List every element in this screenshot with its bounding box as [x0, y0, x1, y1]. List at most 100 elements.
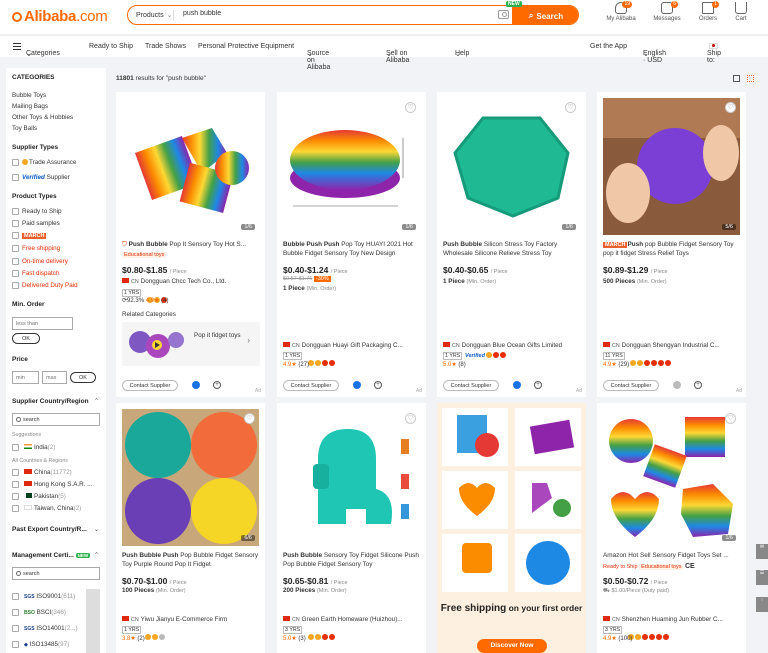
product-card[interactable]: ♡ 5/6 MARCH Push pop Bubble Fidget Sensor… [597, 92, 746, 397]
product-image[interactable] [443, 98, 580, 235]
supplier-name[interactable]: CN Yiwu Jianyu E-Commerce Firm [122, 616, 262, 623]
march-checkbox[interactable] [12, 232, 19, 239]
search-category-select[interactable]: Products [136, 11, 173, 19]
country-checkbox[interactable] [12, 444, 19, 451]
trade-assurance-checkbox[interactable] [12, 159, 19, 166]
chat-icon[interactable] [673, 381, 681, 389]
country-search-input[interactable]: search [12, 413, 100, 426]
cert-checkbox[interactable] [12, 625, 19, 632]
supplier-name[interactable]: CN Dongguan Blue Ocean Gifts Limited [443, 342, 583, 349]
cert-scrollbar[interactable] [86, 589, 100, 653]
nav-ship-to[interactable]: Ship to: [707, 43, 721, 64]
cert-checkbox[interactable] [12, 641, 19, 648]
floating-top-icon[interactable]: ↑ [756, 597, 768, 612]
add-compare-icon[interactable]: + [374, 381, 382, 389]
contact-supplier-button[interactable]: Contact Supplier [122, 380, 178, 391]
past-export-heading[interactable]: Past Export Country/R... [12, 526, 87, 533]
category-link[interactable]: Toy Balls [12, 125, 37, 132]
nav-ppe[interactable]: Personal Protective Equipment [198, 43, 294, 50]
country-checkbox[interactable] [12, 469, 19, 476]
product-card[interactable]: ♡ 1/6 Bubble Push Push Pop Toy HUAYI 202… [277, 92, 426, 397]
cert-search-input[interactable]: search [12, 567, 100, 580]
product-title[interactable]: Bubble Push Push Pop Toy HUAYI 2021 Hot … [283, 241, 421, 258]
category-link[interactable]: Bubble Toys [12, 92, 46, 99]
grid-view-icon[interactable] [747, 75, 754, 82]
cert-checkbox[interactable] [12, 593, 19, 600]
related-category-card[interactable]: Pop it fidget toys › [122, 322, 260, 366]
ready-to-ship-checkbox[interactable] [12, 208, 19, 215]
floating-chat-icon[interactable]: ☰ [756, 570, 768, 585]
alibaba-logo[interactable]: Alibaba.com [12, 8, 108, 25]
product-image[interactable] [122, 98, 259, 235]
supplier-name[interactable]: CN Dongguan Huayi Gift Packaging C... [283, 342, 423, 349]
category-link[interactable]: Other Toys & Hobbies [12, 114, 73, 121]
nav-ready-to-ship[interactable]: Ready to Ship [89, 43, 133, 50]
nav-trade-shows[interactable]: Trade Shows [145, 43, 186, 50]
min-order-ok-button[interactable]: OK [12, 333, 40, 344]
product-title[interactable]: Push Bubble Sensory Toy Fidget Silicone … [283, 552, 421, 569]
price-ok-button[interactable]: OK [70, 372, 96, 383]
product-image[interactable] [122, 409, 259, 546]
product-image[interactable] [283, 98, 420, 235]
verified-supplier-checkbox[interactable] [12, 174, 19, 181]
product-title[interactable]: MARCH Push pop Bubble Fidget Sensory Toy … [603, 241, 741, 258]
product-image[interactable] [603, 98, 740, 235]
favorite-heart-icon[interactable]: ♡ [725, 413, 736, 424]
country-checkbox[interactable] [12, 505, 19, 512]
chat-icon[interactable] [192, 381, 200, 389]
my-alibaba-link[interactable]: 19 My Alibaba [604, 1, 638, 22]
orders-link[interactable]: 1 Orders [697, 1, 719, 22]
on-time-delivery-checkbox[interactable] [12, 258, 19, 265]
favorite-heart-icon[interactable]: ♡ [725, 102, 736, 113]
add-compare-icon[interactable]: + [694, 381, 702, 389]
cart-link[interactable]: Cart [732, 2, 750, 22]
supplier-name[interactable]: CN Shenzhen Huaming Jun Rubber C... [603, 616, 743, 623]
product-card[interactable]: ♡ 6/6 Push Bubble Push Pop Bubble Fidget… [116, 403, 265, 653]
country-checkbox[interactable] [12, 493, 19, 500]
product-image[interactable] [603, 409, 740, 546]
supplier-name[interactable]: CN Dongguan Chcc Tech Co., Ltd. [122, 278, 262, 285]
price-min-input[interactable] [12, 371, 39, 384]
free-shipping-checkbox[interactable] [12, 245, 19, 252]
fast-dispatch-checkbox[interactable] [12, 270, 19, 277]
contact-supplier-button[interactable]: Contact Supplier [443, 380, 499, 391]
product-title[interactable]: Amazon Hot Sell Sensory Fidget Toys Set … [603, 552, 741, 561]
add-compare-icon[interactable]: + [213, 381, 221, 389]
paid-samples-checkbox[interactable] [12, 220, 19, 227]
product-title[interactable]: Push Bubble Silicon Stress Toy Factory W… [443, 241, 581, 258]
discover-now-button[interactable]: Discover Now [477, 639, 547, 653]
cert-checkbox[interactable] [12, 609, 19, 616]
delivered-duty-paid-checkbox[interactable] [12, 282, 19, 289]
chat-icon[interactable] [353, 381, 361, 389]
list-view-icon[interactable] [733, 75, 740, 82]
camera-icon[interactable] [498, 10, 509, 19]
chat-icon[interactable] [513, 381, 521, 389]
search-button[interactable]: ⌕ Search [512, 6, 578, 24]
add-compare-icon[interactable]: + [534, 381, 542, 389]
messages-link[interactable]: 6 Messages [652, 1, 682, 22]
product-image[interactable] [283, 409, 420, 546]
supplier-name[interactable]: CN Green Earth Homeware (Huizhou)... [283, 616, 423, 623]
supplier-name[interactable]: CN Dongguan Shengyan Industrial C... [603, 342, 743, 349]
product-card[interactable]: ♡ 1/6 Push Bubble Silicon Stress Toy Fac… [437, 92, 586, 397]
favorite-heart-icon[interactable]: ♡ [565, 102, 576, 113]
price-max-input[interactable] [42, 371, 67, 384]
favorite-heart-icon[interactable]: ♡ [244, 413, 255, 424]
floating-feedback-icon[interactable]: ✉ [756, 544, 768, 559]
favorite-heart-icon[interactable]: ♡ [405, 102, 416, 113]
chevron-up-icon[interactable]: ⌃ [94, 398, 99, 405]
contact-supplier-button[interactable]: Contact Supplier [603, 380, 659, 391]
menu-icon[interactable] [13, 43, 21, 50]
product-card[interactable]: ♡ 1/6 Amazon Hot Sell Sensory Fidget Toy… [597, 403, 746, 653]
free-shipping-banner[interactable]: Free shipping on your first order Discov… [437, 403, 586, 653]
country-checkbox[interactable] [12, 481, 19, 488]
contact-supplier-button[interactable]: Contact Supplier [283, 380, 339, 391]
search-input[interactable] [183, 10, 483, 17]
product-card[interactable]: 1/6 ⛉ Push Bubble Pop It Sensory Toy Hot… [116, 92, 265, 397]
product-card[interactable]: ♡ Push Bubble Sensory Toy Fidget Silicon… [277, 403, 426, 653]
product-title[interactable]: Push Bubble Push Pop Bubble Fidget Senso… [122, 552, 260, 569]
min-order-input[interactable] [12, 317, 73, 330]
chevron-down-icon[interactable]: ⌄ [94, 526, 99, 533]
favorite-heart-icon[interactable]: ♡ [405, 413, 416, 424]
chevron-up-icon[interactable]: ⌃ [94, 552, 99, 559]
